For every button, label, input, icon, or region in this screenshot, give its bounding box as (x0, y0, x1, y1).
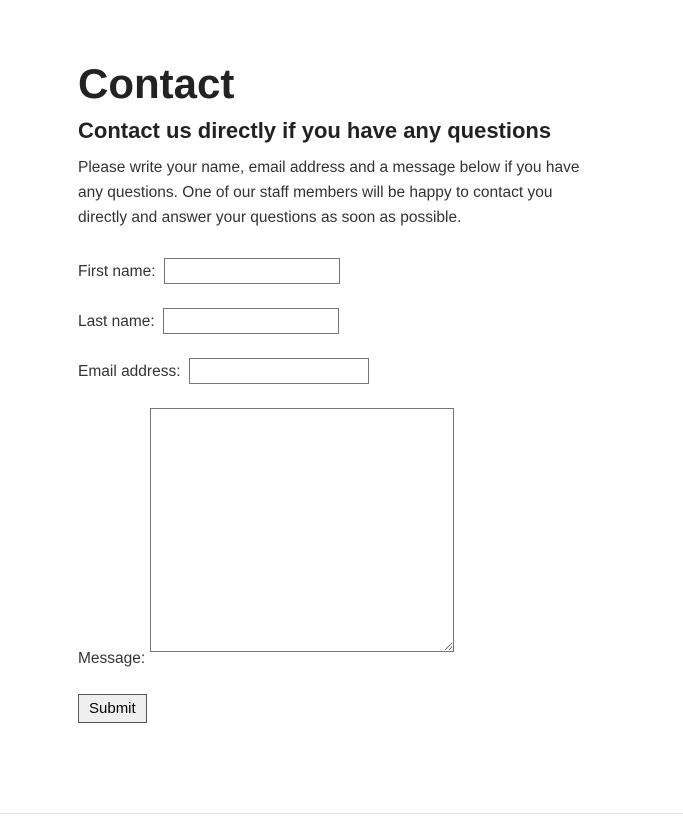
last-name-input[interactable] (163, 308, 339, 334)
page-subtitle: Contact us directly if you have any ques… (78, 118, 605, 144)
first-name-input[interactable] (164, 258, 340, 284)
message-label: Message: (78, 650, 605, 668)
email-row: Email address: (78, 358, 605, 384)
email-input[interactable] (189, 358, 369, 384)
first-name-row: First name: (78, 258, 605, 284)
first-name-label: First name: (78, 263, 156, 280)
submit-button[interactable]: Submit (78, 694, 147, 723)
divider (0, 813, 683, 814)
email-label: Email address: (78, 363, 181, 380)
last-name-label: Last name: (78, 313, 155, 330)
message-textarea[interactable] (150, 408, 454, 652)
last-name-row: Last name: (78, 308, 605, 334)
intro-text: Please write your name, email address an… (78, 156, 598, 230)
contact-section: Contact Contact us directly if you have … (0, 0, 683, 763)
page-title: Contact (78, 60, 605, 108)
message-row: Message: (78, 408, 605, 668)
